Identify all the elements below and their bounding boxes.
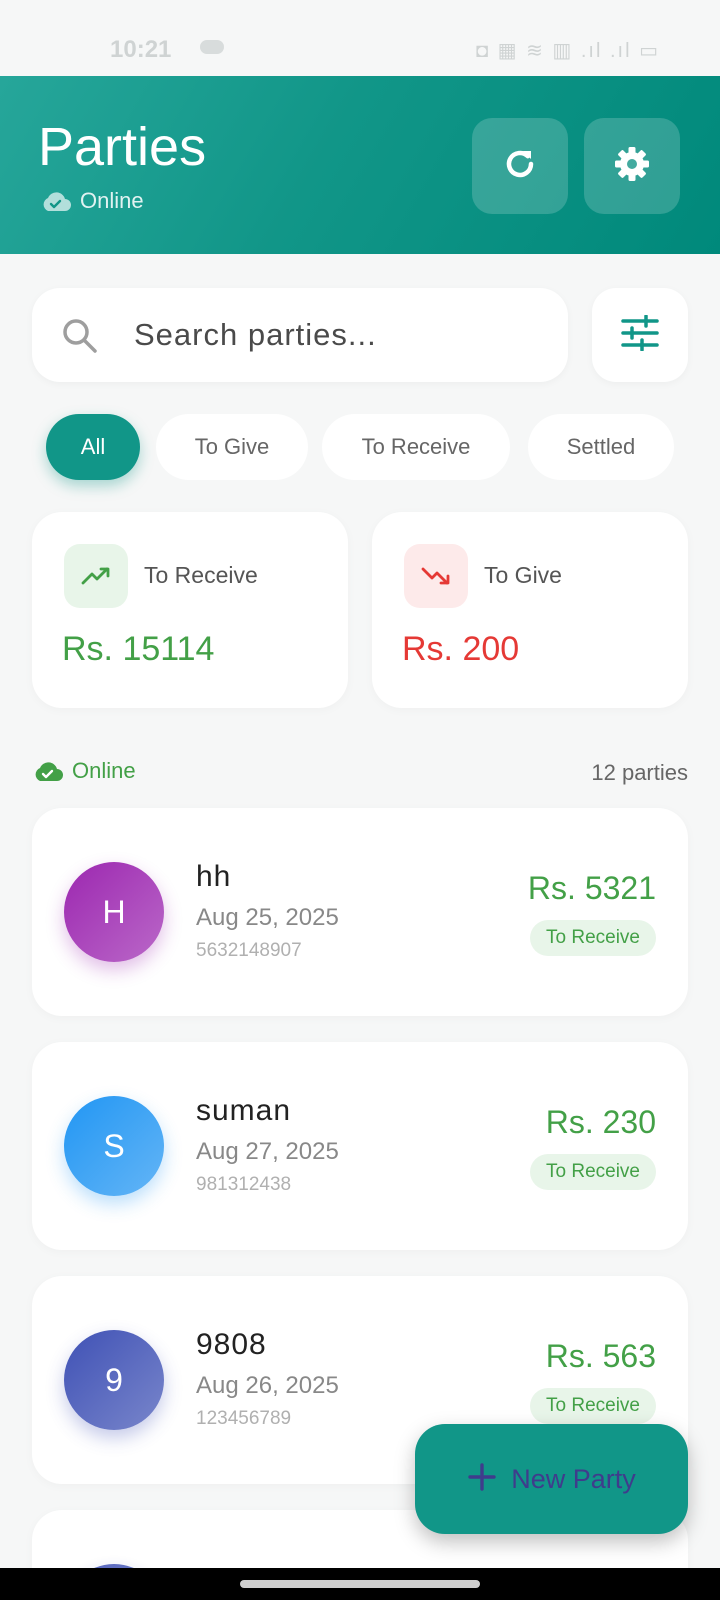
to-receive-amount: Rs. 15114 bbox=[62, 630, 215, 668]
refresh-button[interactable] bbox=[472, 118, 568, 214]
new-party-button[interactable]: New Party bbox=[415, 1424, 688, 1534]
party-card[interactable]: S suman Aug 27, 2025 981312438 Rs. 230 T… bbox=[32, 1042, 688, 1250]
cloud-check-icon bbox=[40, 190, 72, 212]
avatar: S bbox=[64, 1096, 164, 1196]
sync-status-label: Online bbox=[80, 188, 144, 213]
refresh-icon bbox=[501, 145, 539, 188]
party-phone: 5632148907 bbox=[196, 940, 302, 961]
list-sync-status: Online bbox=[32, 758, 136, 784]
status-badge: To Receive bbox=[530, 920, 656, 956]
party-amount: Rs. 230 bbox=[545, 1104, 656, 1140]
app-header: Parties Online bbox=[0, 76, 720, 254]
list-sync-label: Online bbox=[72, 758, 136, 783]
filter-button[interactable] bbox=[592, 288, 688, 382]
system-nav-bar bbox=[0, 1568, 720, 1600]
settings-button[interactable] bbox=[584, 118, 680, 214]
trending-up-icon bbox=[64, 544, 128, 608]
status-badge: To Receive bbox=[530, 1154, 656, 1190]
status-icons: ◘ ▦ ≋ ▥ .ıl .ıl ▭ bbox=[476, 40, 660, 62]
party-phone: 981312438 bbox=[196, 1174, 292, 1195]
status-bar: 10:21 ◘ ▦ ≋ ▥ .ıl .ıl ▭ bbox=[0, 0, 720, 76]
avatar: 9 bbox=[64, 1330, 164, 1430]
to-give-summary-card[interactable]: To Give Rs. 200 bbox=[372, 512, 688, 708]
chip-all[interactable]: All bbox=[46, 414, 140, 480]
chip-to-give[interactable]: To Give bbox=[156, 414, 308, 480]
party-name: hh bbox=[196, 860, 232, 893]
to-receive-label: To Receive bbox=[144, 562, 258, 588]
new-party-label: New Party bbox=[511, 1463, 636, 1494]
to-receive-summary-card[interactable]: To Receive Rs. 15114 bbox=[32, 512, 348, 708]
party-date: Aug 27, 2025 bbox=[196, 1138, 339, 1165]
cloud-check-icon bbox=[32, 760, 64, 782]
party-amount: Rs. 5321 bbox=[527, 870, 656, 906]
to-give-label: To Give bbox=[484, 562, 562, 588]
status-badge: To Receive bbox=[530, 1388, 656, 1424]
party-count: 12 parties bbox=[591, 760, 688, 785]
to-give-amount: Rs. 200 bbox=[402, 630, 520, 668]
plus-icon bbox=[467, 1462, 497, 1497]
party-date: Aug 25, 2025 bbox=[196, 904, 339, 931]
chip-settled[interactable]: Settled bbox=[528, 414, 674, 480]
chip-to-receive[interactable]: To Receive bbox=[322, 414, 510, 480]
search-bar bbox=[32, 288, 568, 382]
party-amount: Rs. 563 bbox=[545, 1338, 656, 1374]
trending-down-icon bbox=[404, 544, 468, 608]
search-icon bbox=[60, 316, 100, 361]
party-card[interactable]: H hh Aug 25, 2025 5632148907 Rs. 5321 To… bbox=[32, 808, 688, 1016]
party-name: suman bbox=[196, 1094, 292, 1127]
sliders-icon bbox=[620, 313, 660, 356]
weather-icon bbox=[200, 40, 224, 54]
avatar: H bbox=[64, 862, 164, 962]
party-date: Aug 26, 2025 bbox=[196, 1372, 339, 1399]
party-phone: 123456789 bbox=[196, 1408, 292, 1429]
home-gesture-handle[interactable] bbox=[240, 1580, 480, 1588]
gear-icon bbox=[612, 144, 652, 189]
party-name: 9808 bbox=[196, 1328, 267, 1361]
sync-status: Online bbox=[40, 188, 144, 214]
search-input[interactable] bbox=[134, 310, 544, 360]
page-title: Parties bbox=[38, 117, 207, 177]
status-time: 10:21 bbox=[110, 36, 172, 63]
